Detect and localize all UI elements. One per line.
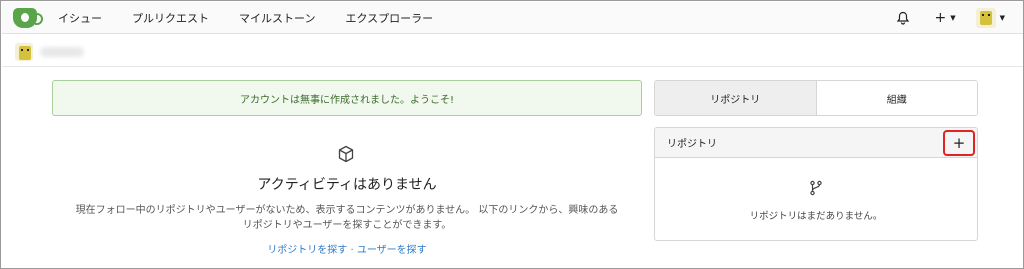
empty-activity-description: 現在フォロー中のリポジトリやユーザーがないため、表示するコンテンツがありません。… xyxy=(52,203,642,233)
nav-issues[interactable]: イシュー xyxy=(58,10,102,26)
tab-repositories[interactable]: リポジトリ xyxy=(655,81,817,115)
repo-fork-icon xyxy=(809,180,823,196)
repository-list-title: リポジトリ xyxy=(667,139,717,150)
explore-links: リポジトリを探す · ユーザーを探す xyxy=(52,241,642,256)
context-avatar[interactable] xyxy=(15,43,33,61)
repository-list-body: リポジトリはまだありません。 xyxy=(655,158,977,240)
chevron-down-icon: ▼ xyxy=(999,14,1005,22)
redacted-username[interactable] xyxy=(40,47,84,57)
new-repository-button[interactable]: + xyxy=(943,130,975,156)
bell-icon[interactable] xyxy=(896,11,910,25)
nav-right: + ▼ ▼ xyxy=(896,2,1005,34)
chevron-down-icon: ▼ xyxy=(950,14,956,22)
success-flash-message: アカウントは無事に作成されました。ようこそ! xyxy=(52,80,642,116)
user-avatar xyxy=(975,8,996,28)
gitea-logo-icon[interactable] xyxy=(13,8,43,28)
nav-explore[interactable]: エクスプローラー xyxy=(345,10,433,26)
create-new-dropdown[interactable]: + ▼ xyxy=(934,10,955,26)
cube-icon xyxy=(337,145,355,163)
nav-milestones[interactable]: マイルストーン xyxy=(239,10,315,26)
top-navbar: イシュー プルリクエスト マイルストーン エクスプローラー + ▼ ▼ xyxy=(2,2,1023,34)
plus-icon: + xyxy=(934,10,947,26)
user-menu-dropdown[interactable]: ▼ xyxy=(975,8,1005,28)
explore-users-link[interactable]: ユーザーを探す xyxy=(357,245,427,256)
tab-organizations[interactable]: 組織 xyxy=(816,81,977,115)
repository-list-header: リポジトリ + xyxy=(655,128,977,158)
empty-desc-line-2: リポジトリやユーザーを探すことができます。 xyxy=(242,220,452,231)
dashboard-context-bar xyxy=(2,35,1023,67)
nav-links: イシュー プルリクエスト マイルストーン エクスプローラー xyxy=(58,2,463,34)
link-separator: · xyxy=(347,245,357,256)
flash-text: アカウントは無事に作成されました。ようこそ! xyxy=(239,94,454,106)
app-window: イシュー プルリクエスト マイルストーン エクスプローラー + ▼ ▼ アカウン… xyxy=(0,0,1024,269)
dashboard-tabs: リポジトリ 組織 xyxy=(654,80,978,116)
empty-activity-title: アクティビティはありません xyxy=(257,177,437,193)
empty-desc-line-1: 現在フォロー中のリポジトリやユーザーがないため、表示するコンテンツがありません。… xyxy=(75,205,619,216)
repository-list-panel: リポジトリ + リポジトリはまだありません。 xyxy=(654,127,978,241)
repository-empty-message: リポジトリはまだありません。 xyxy=(749,211,883,222)
explore-repos-link[interactable]: リポジトリを探す xyxy=(267,245,347,256)
nav-pull-requests[interactable]: プルリクエスト xyxy=(132,10,209,26)
